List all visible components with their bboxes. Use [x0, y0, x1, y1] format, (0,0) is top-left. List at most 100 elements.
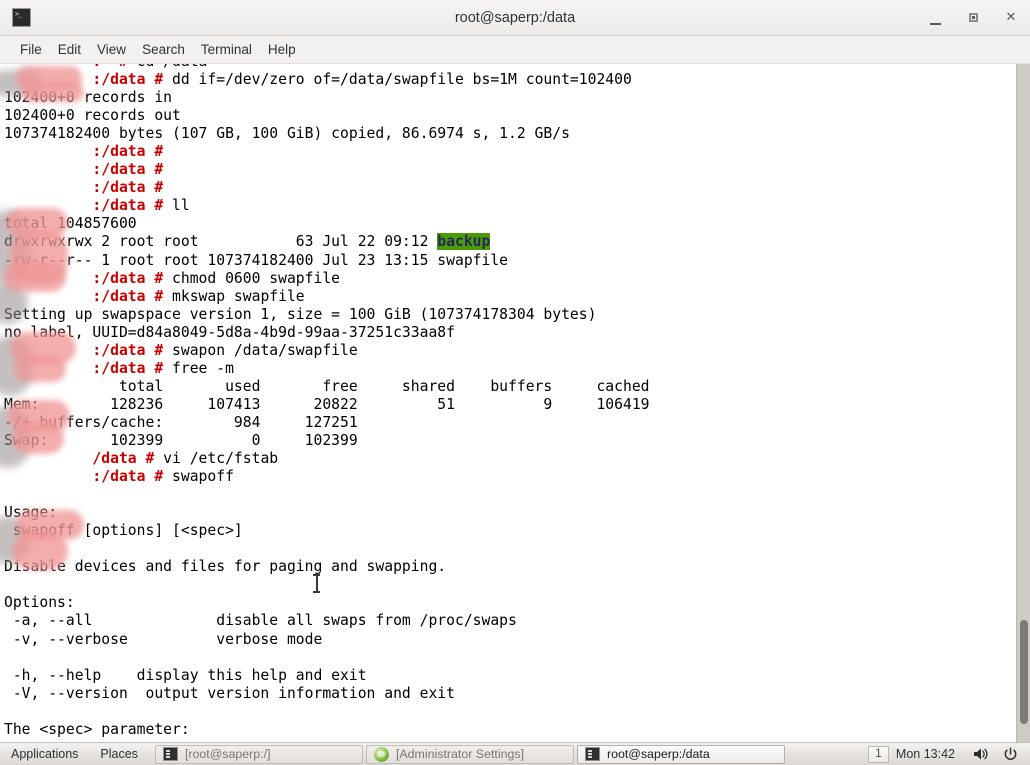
- terminal-line: total 104857600: [4, 215, 650, 233]
- terminal-text: The <spec> parameter:: [4, 720, 190, 738]
- shell-command: dd if=/dev/zero of=/data/swapfile bs=1M …: [172, 71, 632, 89]
- menu-file[interactable]: File: [12, 40, 50, 59]
- terminal-text: Setting up swapspace version 1, size = 1…: [4, 305, 597, 323]
- terminal-line: 107374182400 bytes (107 GB, 100 GiB) cop…: [4, 125, 650, 143]
- shell-prompt: :/data #: [4, 287, 173, 305]
- terminal-line: :/data # swapoff: [4, 468, 650, 486]
- shell-prompt: :/data #: [4, 161, 173, 179]
- terminal-text: 102400+0 records in: [4, 89, 173, 107]
- shell-prompt: :/data #: [4, 269, 173, 287]
- shell-command: swapoff: [172, 468, 234, 486]
- terminal-text: 107374182400 bytes (107 GB, 100 GiB) cop…: [4, 125, 570, 143]
- workspace-switcher[interactable]: 1: [867, 745, 889, 763]
- taskbar-clock[interactable]: Mon 13:42: [896, 747, 955, 761]
- shell-prompt: :/data #: [4, 341, 173, 359]
- menu-edit[interactable]: Edit: [50, 40, 89, 59]
- maximize-icon[interactable]: [964, 9, 982, 27]
- terminal-line: total used free shared buffers cached: [4, 378, 650, 396]
- terminal-line: :/data # ll: [4, 197, 650, 215]
- terminal-line: /data # vi /etc/fstab: [4, 450, 650, 468]
- terminal-icon: [162, 747, 178, 761]
- close-icon[interactable]: ✕: [1002, 9, 1020, 27]
- terminal-line: Mem: 128236 107413 20822 51 9 106419: [4, 396, 650, 414]
- terminal-text: 102400+0 records out: [4, 107, 181, 125]
- task-label: root@saperp:/data: [606, 747, 710, 761]
- terminal-text: -/+ buffers/cache: 984 127251: [4, 413, 358, 431]
- window-title: root@saperp:/data: [454, 9, 576, 26]
- shell-prompt: :~ #: [4, 64, 137, 70]
- terminal-line: -V, --version output version information…: [4, 685, 650, 703]
- shell-command: chmod 0600 swapfile: [172, 269, 341, 287]
- terminal-icon: >_: [12, 8, 31, 27]
- terminal-line: -a, --all disable all swaps from /proc/s…: [4, 612, 650, 630]
- shell-command: vi /etc/fstab: [163, 450, 279, 468]
- taskbar-menu-places[interactable]: Places: [89, 743, 149, 765]
- task-list: [root@saperp:/] [Administrator Settings]…: [154, 744, 868, 764]
- terminal-line: drwxrwxrwx 2 root root 63 Jul 22 09:12 b…: [4, 233, 650, 251]
- shell-command: swapon /data/swapfile: [172, 341, 358, 359]
- terminal-line: :/data # swapon /data/swapfile: [4, 342, 650, 360]
- shell-command: mkswap swapfile: [172, 287, 305, 305]
- task-button-root-slash[interactable]: [root@saperp:/]: [154, 744, 363, 764]
- terminal-line: :/data #: [4, 179, 650, 197]
- terminal-output: :~ # cd /data :/data # dd if=/dev/zero o…: [4, 64, 650, 739]
- terminal-line: -/+ buffers/cache: 984 127251: [4, 414, 650, 432]
- terminal-text: total 104857600: [4, 215, 137, 233]
- power-icon[interactable]: [1003, 747, 1018, 762]
- system-tray: [973, 747, 1018, 762]
- window-titlebar[interactable]: >_ root@saperp:/data ✕: [0, 0, 1030, 36]
- terminal-line: :~ # cd /data: [4, 64, 650, 71]
- shell-prompt: :/data #: [4, 71, 173, 89]
- terminal-body[interactable]: :~ # cd /data :/data # dd if=/dev/zero o…: [0, 64, 1030, 742]
- task-label: [root@saperp:/]: [184, 747, 271, 761]
- terminal-line: [4, 649, 650, 667]
- terminal-screen[interactable]: :~ # cd /data :/data # dd if=/dev/zero o…: [0, 64, 1016, 742]
- terminal-text: Usage:: [4, 504, 58, 522]
- menu-search[interactable]: Search: [134, 40, 193, 59]
- menu-terminal[interactable]: Terminal: [193, 40, 260, 59]
- terminal-line: -h, --help display this help and exit: [4, 667, 650, 685]
- terminal-line: -v, --verbose verbose mode: [4, 631, 650, 649]
- terminal-text: total used free shared buffers cached: [4, 377, 650, 395]
- terminal-line: swapoff [options] [<spec>]: [4, 522, 650, 540]
- terminal-text: no label, UUID=d84a8049-5d8a-4b9d-99aa-3…: [4, 323, 455, 341]
- task-button-administrator-settings[interactable]: [Administrator Settings]: [365, 744, 574, 764]
- shell-command: ll: [172, 197, 190, 215]
- terminal-icon: [584, 747, 600, 761]
- terminal-line: no label, UUID=d84a8049-5d8a-4b9d-99aa-3…: [4, 324, 650, 342]
- globe-icon: [373, 746, 389, 762]
- shell-prompt: :/data #: [4, 197, 173, 215]
- terminal-text: -a, --all disable all swaps from /proc/s…: [4, 612, 517, 630]
- terminal-line: Options:: [4, 594, 650, 612]
- terminal-text: -rw-r--r-- 1 root root 107374182400 Jul …: [4, 251, 509, 269]
- terminal-line: Swap: 102399 0 102399: [4, 432, 650, 450]
- terminal-line: [4, 486, 650, 504]
- menu-help[interactable]: Help: [260, 40, 304, 59]
- desktop-taskbar: Applications Places [root@saperp:/] [Adm…: [0, 742, 1030, 765]
- scrollbar-thumb[interactable]: [1020, 620, 1028, 724]
- shell-prompt: /data #: [4, 450, 164, 468]
- terminal-window: >_ root@saperp:/data ✕ File Edit View Se…: [0, 0, 1030, 742]
- terminal-line: [4, 576, 650, 594]
- menu-bar: File Edit View Search Terminal Help: [0, 36, 1030, 64]
- terminal-line: The <spec> parameter:: [4, 721, 650, 739]
- vertical-scrollbar[interactable]: [1016, 64, 1030, 742]
- taskbar-menu-applications[interactable]: Applications: [0, 743, 89, 765]
- terminal-text: -V, --version output version information…: [4, 684, 455, 702]
- minimize-icon[interactable]: [926, 7, 944, 28]
- menu-view[interactable]: View: [89, 40, 134, 59]
- task-button-root-data[interactable]: root@saperp:/data: [576, 744, 785, 764]
- shell-command: cd /data: [137, 64, 208, 70]
- terminal-line: :/data # chmod 0600 swapfile: [4, 270, 650, 288]
- terminal-text: Disable devices and files for paging and…: [4, 558, 447, 576]
- window-controls: ✕: [926, 7, 1020, 28]
- terminal-text: Mem: 128236 107413 20822 51 9 106419: [4, 395, 650, 413]
- terminal-line: 102400+0 records in: [4, 89, 650, 107]
- terminal-line: :/data # dd if=/dev/zero of=/data/swapfi…: [4, 71, 650, 89]
- terminal-line: :/data #: [4, 161, 650, 179]
- volume-icon[interactable]: [973, 747, 989, 761]
